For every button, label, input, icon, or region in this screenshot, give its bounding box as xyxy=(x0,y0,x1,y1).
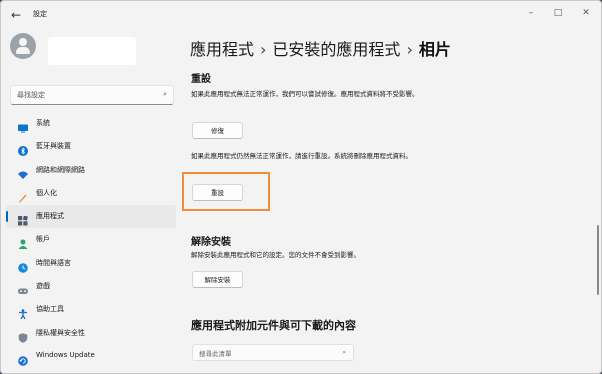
windows-update-icon xyxy=(18,351,28,366)
uninstall-button[interactable]: 解除安裝 xyxy=(192,271,243,288)
sidebar-item-privacy-shield[interactable]: 隱私權與安全性 xyxy=(6,322,176,345)
settings-search-input[interactable]: 尋找設定 ⌕ xyxy=(10,85,174,105)
addons-search-input[interactable]: 搜尋此清單 ⌕ xyxy=(192,344,354,361)
breadcrumb: 應用程式 › 已安裝的應用程式 › 相片 xyxy=(190,36,451,60)
sidebar-item-label: 帳戶 xyxy=(36,235,50,244)
app-title: 設定 xyxy=(33,10,47,18)
avatar-head xyxy=(19,38,27,46)
settings-window: ← 設定 – □ ✕ 尋找設定 ⌕ 系統 藍牙與裝置 網路和網際網路 個人化 應用程式帳… xyxy=(0,0,602,374)
sidebar-item-network[interactable]: 網路和網際網路 xyxy=(6,159,176,182)
active-indicator xyxy=(6,211,8,223)
sidebar-item-label: 網路和網際網路 xyxy=(36,165,85,174)
sidebar-item-accessibility[interactable]: 協助工具 xyxy=(6,298,176,321)
privacy-shield-icon xyxy=(18,328,28,343)
addons-heading: 應用程式附加元件與可下載的內容 xyxy=(191,319,356,332)
search-icon[interactable]: ⌕ xyxy=(163,90,167,99)
sidebar-item-gaming[interactable]: 遊戲 xyxy=(6,275,176,298)
sidebar-item-label: 協助工具 xyxy=(36,305,64,314)
sidebar-item-label: 系統 xyxy=(36,119,50,127)
reset-description: 如果此應用程式仍然無法正常運作，請進行重設。系統將刪除應用程式資料。 xyxy=(191,152,412,160)
user-avatar[interactable] xyxy=(10,33,36,59)
repair-description: 如果此應用程式無法正常運作，我們可以嘗試修復。應用程式資料將不受影響。 xyxy=(191,90,419,98)
gaming-icon xyxy=(18,281,28,295)
scrollbar[interactable] xyxy=(597,225,599,295)
sidebar-item-label: 藍牙與裝置 xyxy=(36,142,71,151)
sidebar-item-label: 個人化 xyxy=(36,188,57,197)
accessibility-icon xyxy=(18,304,28,320)
sidebar-item-time-language[interactable]: 時間與語言 xyxy=(6,252,176,275)
system-icon xyxy=(18,118,28,133)
sidebar-item-label: Windows Update xyxy=(36,350,95,359)
uninstall-heading: 解除安裝 xyxy=(191,237,231,248)
sidebar-item-label: 應用程式 xyxy=(36,212,64,221)
reset-heading: 重設 xyxy=(191,74,211,85)
avatar-shoulders xyxy=(16,47,30,54)
sidebar-item-label: 隱私權與安全性 xyxy=(36,328,85,337)
breadcrumb-apps[interactable]: 應用程式 xyxy=(190,40,254,59)
breadcrumb-installed-apps[interactable]: 已安裝的應用程式 xyxy=(272,40,400,59)
breadcrumb-separator: › xyxy=(406,40,413,59)
sidebar-item-bluetooth[interactable]: 藍牙與裝置 xyxy=(6,135,176,158)
sidebar-item-apps[interactable]: 應用程式 xyxy=(6,205,176,229)
sidebar-item-label: 時間與語言 xyxy=(36,258,71,267)
back-button[interactable]: ← xyxy=(9,8,23,22)
repair-button[interactable]: 修復 xyxy=(192,122,243,139)
breadcrumb-separator: › xyxy=(260,40,267,59)
sidebar-nav: 系統藍牙與裝置網路和網際網路 個人化應用程式帳戶時間與語言遊戲協助工具隱私權與安全… xyxy=(0,112,182,368)
sidebar-item-system[interactable]: 系統 xyxy=(6,112,176,135)
sidebar-item-accounts[interactable]: 帳戶 xyxy=(6,228,176,251)
reset-button-highlight xyxy=(182,172,270,211)
sidebar-item-windows-update[interactable]: Windows Update xyxy=(6,345,176,368)
apps-icon xyxy=(18,211,28,226)
breadcrumb-current-app: 相片 xyxy=(418,40,451,59)
time-language-icon xyxy=(18,258,28,273)
search-placeholder: 尋找設定 xyxy=(17,91,45,99)
sidebar-item-personalization[interactable]: 個人化 xyxy=(6,182,176,205)
sidebar-item-label: 遊戲 xyxy=(36,282,50,291)
network-icon xyxy=(18,165,28,179)
bluetooth-icon xyxy=(18,141,28,157)
uninstall-description: 解除安裝此應用程式和它的設定。您的文件不會受到影響。 xyxy=(191,251,360,259)
user-info-redacted xyxy=(48,37,136,65)
addons-search-placeholder: 搜尋此清單 xyxy=(199,350,232,358)
personalization-icon xyxy=(18,188,28,203)
search-icon[interactable]: ⌕ xyxy=(342,348,346,357)
accounts-icon xyxy=(18,234,28,250)
